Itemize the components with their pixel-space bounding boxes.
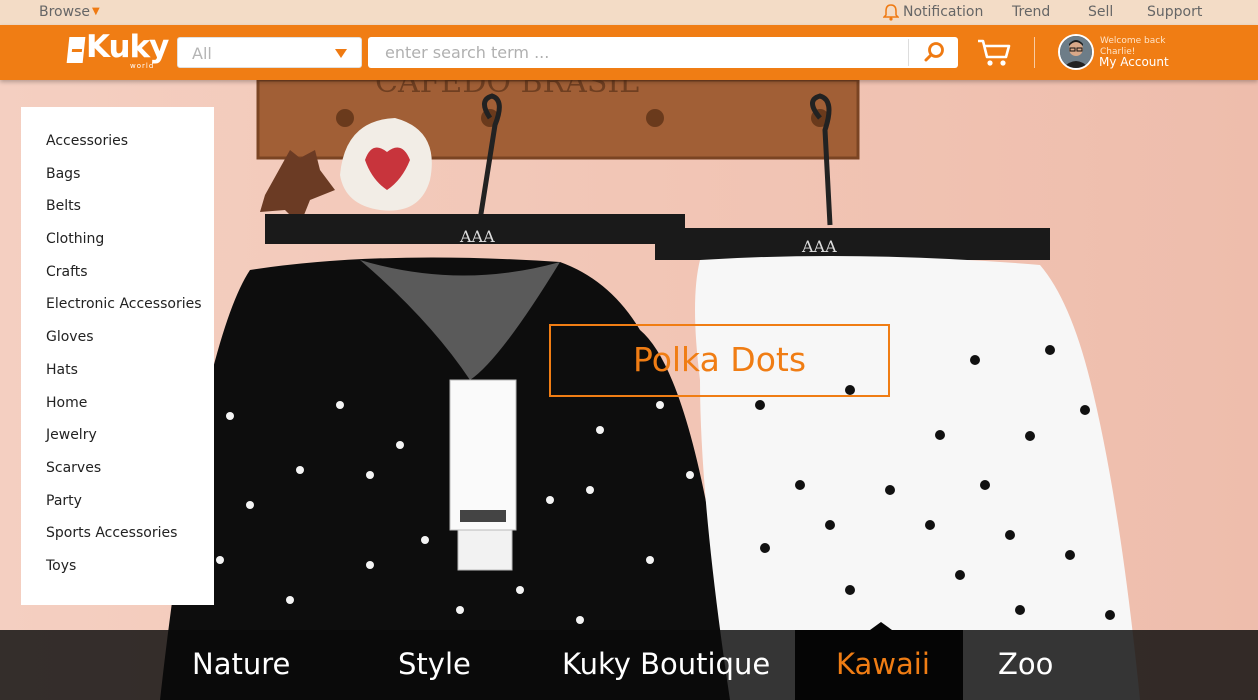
sidebar-item-belts[interactable]: Belts <box>21 198 214 231</box>
sidebar-item-gloves[interactable]: Gloves <box>21 329 214 362</box>
sidebar-item-clothing[interactable]: Clothing <box>21 231 214 264</box>
notification-link[interactable]: Notification <box>903 4 983 20</box>
hero-headline: Polka Dots <box>632 340 807 379</box>
kuky-logo[interactable]: Kuky world <box>66 29 169 73</box>
tab-kuky-boutique[interactable]: Kuky Boutique <box>562 647 770 681</box>
avatar[interactable] <box>1058 34 1094 70</box>
user-photo <box>1060 36 1092 68</box>
svg-text:CAFEDO BRASIL: CAFEDO BRASIL <box>375 80 639 100</box>
header-divider <box>1034 37 1035 68</box>
search-bar <box>368 37 958 68</box>
logo-flag-icon <box>66 37 86 63</box>
support-link[interactable]: Support <box>1147 4 1202 20</box>
category-sidebar: Accessories Bags Belts Clothing Crafts E… <box>21 107 214 605</box>
category-select-value: All <box>192 44 212 63</box>
search-button[interactable] <box>909 37 958 68</box>
sidebar-item-bags[interactable]: Bags <box>21 166 214 199</box>
chevron-down-icon[interactable]: ▼ <box>92 6 100 17</box>
tab-kawaii[interactable]: Kawaii <box>836 647 930 681</box>
sidebar-item-toys[interactable]: Toys <box>21 558 214 591</box>
bell-icon[interactable] <box>883 3 899 21</box>
sidebar-item-accessories[interactable]: Accessories <box>21 133 214 166</box>
svg-text:AAA: AAA <box>801 237 837 256</box>
welcome-line-1: Welcome back <box>1100 36 1166 46</box>
main-header: Kuky world All Welcome bac <box>0 25 1258 80</box>
tab-nature[interactable]: Nature <box>192 647 290 681</box>
headline-box[interactable]: Polka Dots <box>549 324 890 397</box>
search-input[interactable] <box>368 37 908 68</box>
browse-menu[interactable]: Browse <box>39 4 90 20</box>
top-utility-bar: Browse ▼ Notification Trend Sell Support <box>0 0 1258 25</box>
category-select[interactable]: All <box>177 37 362 68</box>
my-account-link[interactable]: My Account <box>1099 55 1169 69</box>
tab-zoo[interactable]: Zoo <box>998 647 1053 681</box>
chevron-down-icon <box>335 49 347 58</box>
bottom-category-nav: Nature Style Kuky Boutique Kawaii Zoo <box>0 622 1258 700</box>
active-tab-pointer-icon <box>870 622 892 630</box>
sidebar-item-electronic-accessories[interactable]: Electronic Accessories <box>21 296 214 329</box>
logo-subtext: world <box>130 62 155 70</box>
sidebar-item-party[interactable]: Party <box>21 493 214 526</box>
sidebar-item-sports-accessories[interactable]: Sports Accessories <box>21 525 214 558</box>
sidebar-item-crafts[interactable]: Crafts <box>21 264 214 297</box>
logo-text: Kuky <box>86 29 169 65</box>
sidebar-item-home[interactable]: Home <box>21 395 214 428</box>
search-icon <box>924 42 944 62</box>
svg-text:AAA: AAA <box>459 227 495 246</box>
cart-icon[interactable] <box>976 38 1012 68</box>
sidebar-item-jewelry[interactable]: Jewelry <box>21 427 214 460</box>
tab-style[interactable]: Style <box>398 647 471 681</box>
sidebar-item-hats[interactable]: Hats <box>21 362 214 395</box>
trend-link[interactable]: Trend <box>1012 4 1050 20</box>
sidebar-item-scarves[interactable]: Scarves <box>21 460 214 493</box>
sell-link[interactable]: Sell <box>1088 4 1113 20</box>
